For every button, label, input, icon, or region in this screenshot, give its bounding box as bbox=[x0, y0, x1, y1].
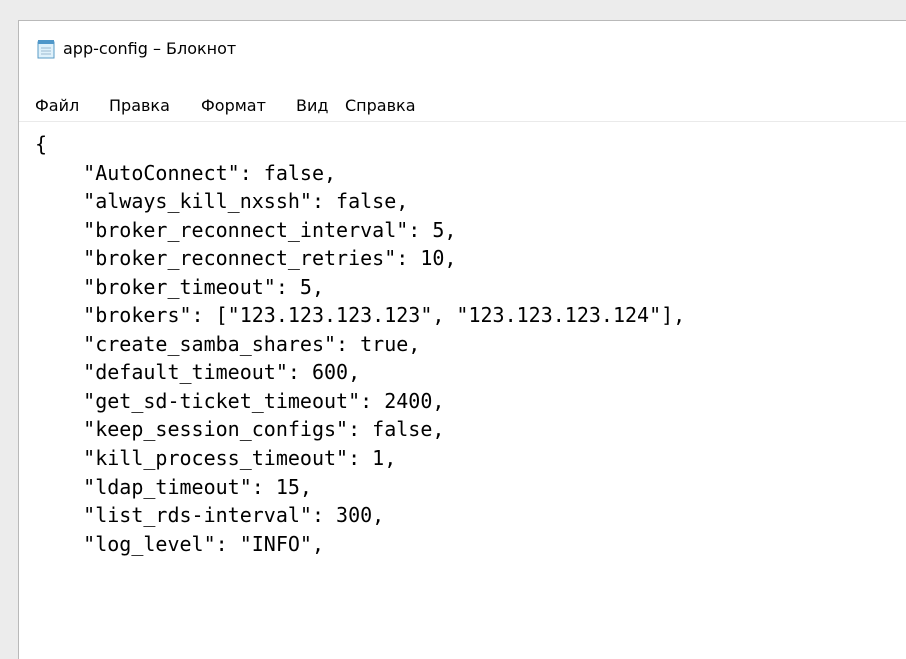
text-line: { bbox=[35, 132, 48, 156]
text-line: "list_rds-interval": 300, bbox=[35, 503, 385, 528]
text-line: "broker_reconnect_retries": 10, bbox=[35, 246, 457, 271]
title-bar[interactable]: app-config – Блокнот bbox=[19, 21, 906, 77]
text-line: "broker_timeout": 5, bbox=[35, 274, 324, 299]
menu-bar: Файл Правка Формат Вид Справка bbox=[19, 93, 906, 122]
text-line: "default_timeout": 600, bbox=[35, 360, 361, 385]
text-line: "get_sd-ticket_timeout": 2400, bbox=[35, 388, 445, 413]
menu-view[interactable]: Вид bbox=[296, 95, 328, 117]
menu-format[interactable]: Формат bbox=[201, 95, 266, 117]
notepad-window: app-config – Блокнот Файл Правка Формат … bbox=[18, 20, 906, 659]
menu-edit[interactable]: Правка bbox=[109, 95, 170, 117]
text-line: "broker_reconnect_interval": 5, bbox=[35, 217, 457, 242]
text-line: "AutoConnect": false, bbox=[35, 160, 337, 185]
text-editor-area[interactable]: { "AutoConnect": false, "always_kill_nxs… bbox=[19, 122, 906, 659]
text-line: "always_kill_nxssh": false, bbox=[35, 189, 409, 214]
text-line: "kill_process_timeout": 1, bbox=[35, 446, 397, 471]
text-line: "create_samba_shares": true, bbox=[35, 331, 421, 356]
desktop-background: app-config – Блокнот Файл Правка Формат … bbox=[0, 0, 906, 659]
text-line: "brokers": ["123.123.123.123", "123.123.… bbox=[35, 303, 686, 328]
editor-content: { "AutoConnect": false, "always_kill_nxs… bbox=[35, 130, 685, 558]
notepad-icon bbox=[37, 39, 55, 59]
text-line: "ldap_timeout": 15, bbox=[35, 474, 312, 499]
text-line: "log_level": "INFO", bbox=[35, 531, 324, 556]
text-line: "keep_session_configs": false, bbox=[35, 417, 445, 442]
menu-file[interactable]: Файл bbox=[35, 95, 79, 117]
window-title: app-config – Блокнот bbox=[63, 39, 237, 58]
menu-help[interactable]: Справка bbox=[345, 95, 416, 117]
